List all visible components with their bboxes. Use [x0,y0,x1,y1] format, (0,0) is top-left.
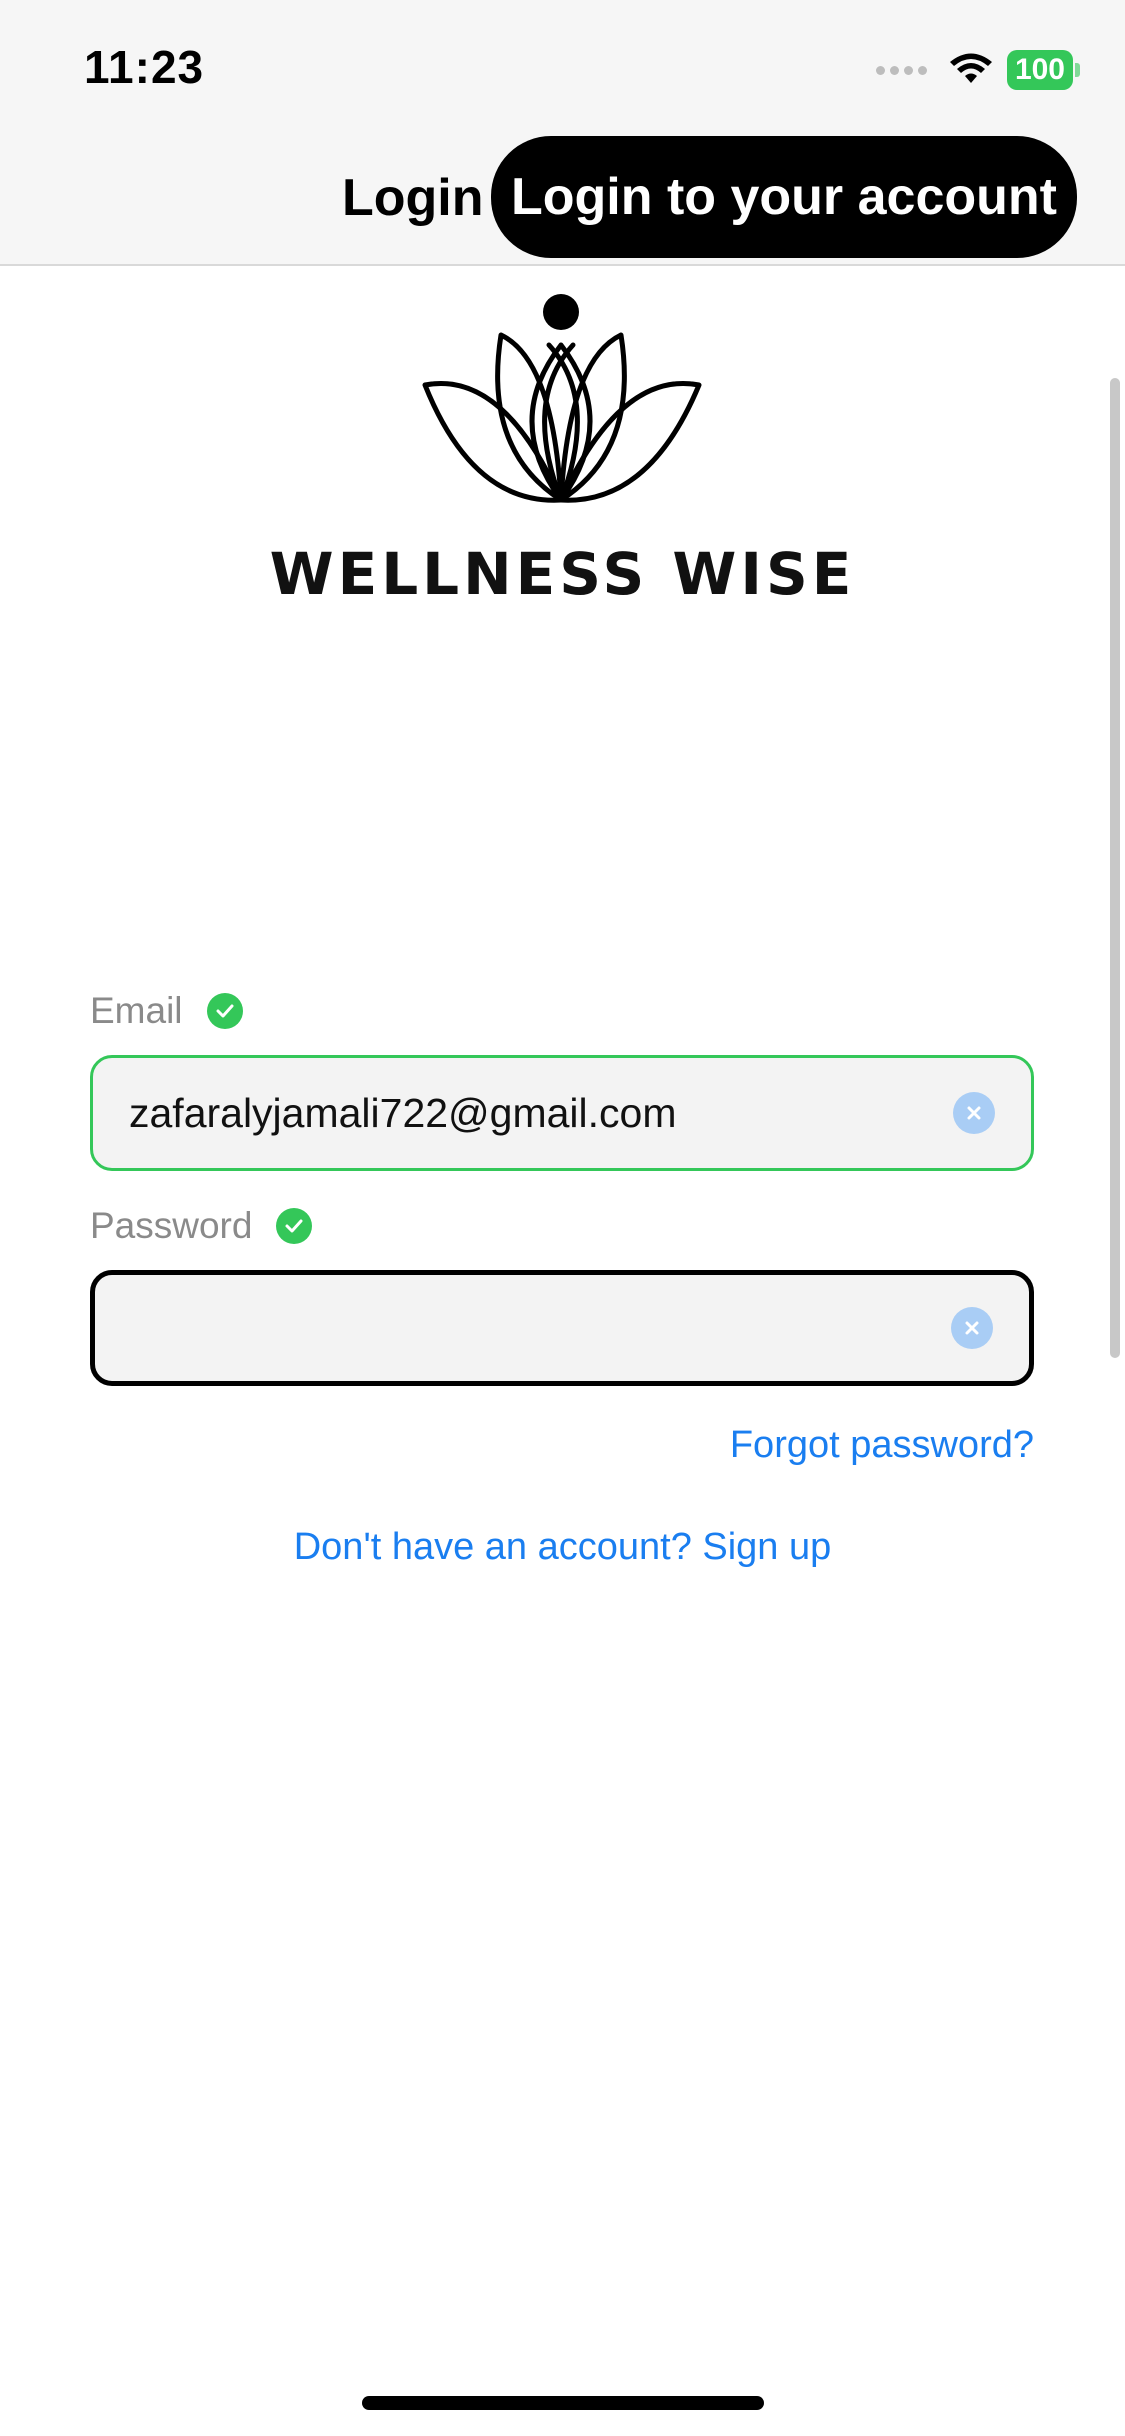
battery-level: 100 [1006,50,1073,90]
email-value: zafaralyjamali722@gmail.com [129,1089,677,1136]
page-title: Login [342,169,484,227]
email-field[interactable]: zafaralyjamali722@gmail.com [90,1055,1034,1171]
email-label-row: Email [90,990,243,1032]
home-indicator[interactable] [362,2396,764,2410]
email-clear-icon[interactable] [953,1092,995,1134]
password-label-row: Password [90,1205,313,1247]
status-time: 11:23 [84,41,205,93]
wifi-icon [949,53,992,83]
email-label: Email [90,990,183,1031]
logo-text: WELLNESS WISE [269,540,856,608]
cellular-signal-icon [875,65,927,75]
password-clear-icon[interactable] [951,1307,993,1349]
signup-link[interactable]: Don't have an account? Sign up [0,1526,1125,1569]
status-icons: 100 [875,50,1080,90]
battery-icon: 100 [1006,50,1080,90]
password-label: Password [90,1205,253,1246]
forgot-password-link[interactable]: Forgot password? [730,1424,1034,1467]
password-valid-check-icon [276,1208,313,1244]
header: 11:23 100 Login Login to your account [0,0,1125,266]
lotus-icon [422,294,701,503]
login-to-account-button[interactable]: Login to your account [491,136,1077,258]
email-valid-check-icon [206,993,243,1029]
app-logo: WELLNESS WISE [0,290,1125,608]
password-field[interactable] [90,1270,1034,1386]
